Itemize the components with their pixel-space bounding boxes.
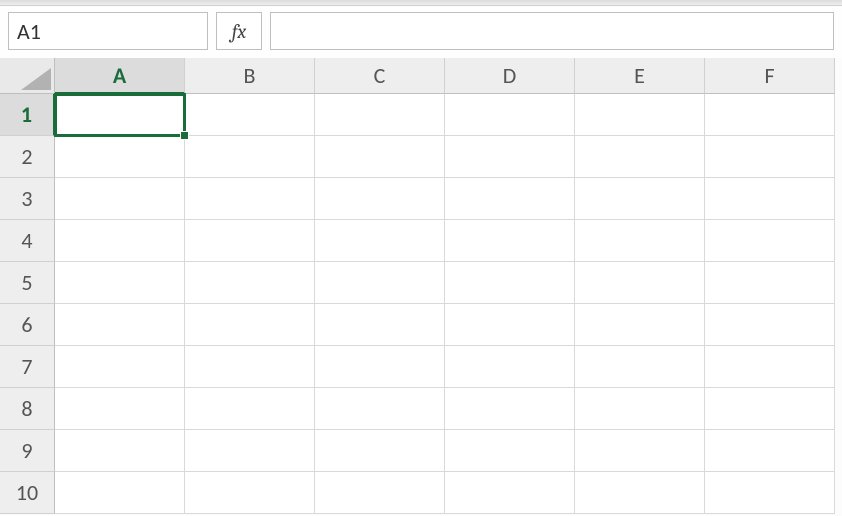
- grid-row: [55, 472, 835, 514]
- row-header[interactable]: 2: [0, 136, 55, 178]
- cell[interactable]: [185, 262, 315, 304]
- row-header[interactable]: 8: [0, 388, 55, 430]
- select-all-corner[interactable]: [0, 58, 55, 94]
- cell[interactable]: [705, 262, 835, 304]
- cell[interactable]: [55, 430, 185, 472]
- column-header[interactable]: E: [575, 58, 705, 94]
- cell[interactable]: [55, 262, 185, 304]
- cell[interactable]: [705, 136, 835, 178]
- cell-grid: [55, 94, 835, 514]
- cell[interactable]: [575, 388, 705, 430]
- cell[interactable]: [55, 388, 185, 430]
- cell[interactable]: [55, 94, 185, 136]
- formula-input[interactable]: [270, 12, 834, 50]
- row-header[interactable]: 5: [0, 262, 55, 304]
- row-header[interactable]: 3: [0, 178, 55, 220]
- grid-row: [55, 262, 835, 304]
- cell[interactable]: [705, 388, 835, 430]
- cell[interactable]: [575, 136, 705, 178]
- cell[interactable]: [575, 178, 705, 220]
- cell[interactable]: [705, 472, 835, 514]
- fx-icon: fx: [232, 20, 247, 43]
- cell[interactable]: [315, 220, 445, 262]
- grid-row: [55, 94, 835, 136]
- column-header[interactable]: C: [315, 58, 445, 94]
- insert-function-button[interactable]: fx: [216, 12, 262, 50]
- grid-row: [55, 346, 835, 388]
- cell[interactable]: [55, 178, 185, 220]
- row-header[interactable]: 9: [0, 430, 55, 472]
- row-header[interactable]: 1: [0, 94, 55, 136]
- cell[interactable]: [445, 94, 575, 136]
- cell[interactable]: [705, 304, 835, 346]
- cell[interactable]: [55, 472, 185, 514]
- column-header[interactable]: F: [705, 58, 835, 94]
- cell[interactable]: [315, 346, 445, 388]
- cell[interactable]: [705, 94, 835, 136]
- cell[interactable]: [185, 430, 315, 472]
- column-header[interactable]: D: [445, 58, 575, 94]
- cell[interactable]: [185, 220, 315, 262]
- cell[interactable]: [445, 304, 575, 346]
- cell[interactable]: [315, 472, 445, 514]
- cell[interactable]: [185, 388, 315, 430]
- cell[interactable]: [705, 430, 835, 472]
- grid-row: [55, 304, 835, 346]
- select-all-triangle-icon: [21, 68, 51, 90]
- grid-row: [55, 220, 835, 262]
- cell[interactable]: [575, 220, 705, 262]
- cell[interactable]: [445, 472, 575, 514]
- cell[interactable]: [575, 430, 705, 472]
- cell[interactable]: [445, 430, 575, 472]
- cell[interactable]: [445, 178, 575, 220]
- cell[interactable]: [315, 388, 445, 430]
- grid-row: [55, 388, 835, 430]
- cell[interactable]: [55, 346, 185, 388]
- cell[interactable]: [55, 220, 185, 262]
- cell[interactable]: [575, 262, 705, 304]
- cell[interactable]: [315, 430, 445, 472]
- cell[interactable]: [705, 220, 835, 262]
- cell[interactable]: [315, 304, 445, 346]
- cell[interactable]: [55, 136, 185, 178]
- cell[interactable]: [705, 178, 835, 220]
- row-header[interactable]: 7: [0, 346, 55, 388]
- cell[interactable]: [445, 262, 575, 304]
- cell[interactable]: [185, 94, 315, 136]
- cell[interactable]: [575, 346, 705, 388]
- grid-row: [55, 136, 835, 178]
- column-header-row: ABCDEF: [55, 58, 835, 94]
- cell[interactable]: [185, 136, 315, 178]
- cell[interactable]: [315, 262, 445, 304]
- formula-bar: fx: [0, 6, 842, 58]
- cell[interactable]: [315, 136, 445, 178]
- cell[interactable]: [185, 346, 315, 388]
- cell[interactable]: [315, 178, 445, 220]
- cell[interactable]: [185, 304, 315, 346]
- cell[interactable]: [705, 346, 835, 388]
- cell[interactable]: [575, 472, 705, 514]
- grid-row: [55, 430, 835, 472]
- cell[interactable]: [445, 346, 575, 388]
- row-header[interactable]: 4: [0, 220, 55, 262]
- name-box[interactable]: [8, 12, 208, 50]
- cell[interactable]: [55, 304, 185, 346]
- fill-handle[interactable]: [180, 131, 189, 140]
- cell[interactable]: [445, 136, 575, 178]
- column-header[interactable]: B: [185, 58, 315, 94]
- row-header[interactable]: 10: [0, 472, 55, 514]
- row-header-column: 12345678910: [0, 94, 55, 514]
- cell[interactable]: [445, 388, 575, 430]
- cell[interactable]: [185, 178, 315, 220]
- grid-row: [55, 178, 835, 220]
- row-header[interactable]: 6: [0, 304, 55, 346]
- cell[interactable]: [315, 94, 445, 136]
- cell[interactable]: [445, 220, 575, 262]
- cell[interactable]: [575, 94, 705, 136]
- cell[interactable]: [575, 304, 705, 346]
- column-header[interactable]: A: [55, 58, 185, 94]
- cell[interactable]: [185, 472, 315, 514]
